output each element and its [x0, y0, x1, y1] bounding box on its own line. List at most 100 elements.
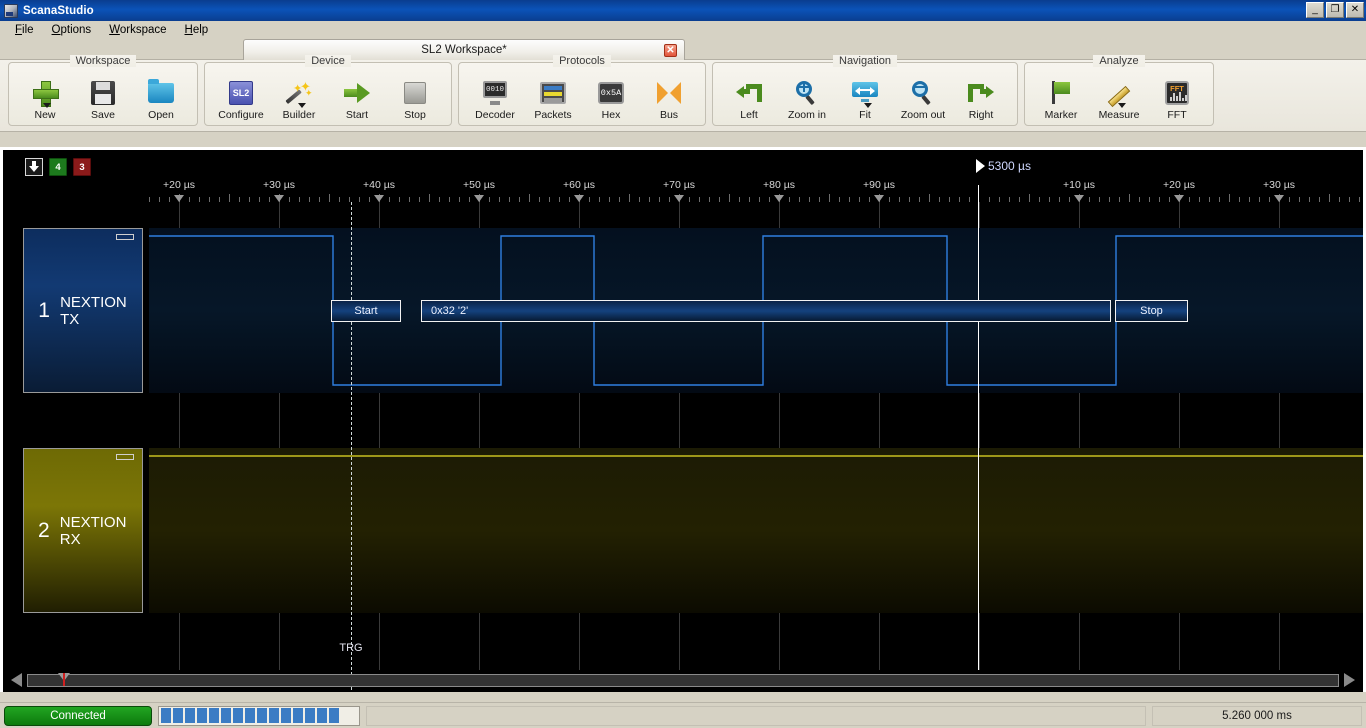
marker-button[interactable]: Marker: [1033, 77, 1089, 121]
decoder-button[interactable]: 0010 Decoder: [467, 77, 523, 121]
open-button[interactable]: Open: [133, 77, 189, 121]
ruler-tick: [1219, 197, 1220, 202]
ruler-label: +30 µs: [263, 179, 295, 191]
hex-button[interactable]: 0x5A Hex: [583, 77, 639, 121]
ruler-tick: [689, 197, 690, 202]
ruler-tick: [149, 197, 150, 202]
ruler-major-marker: [274, 195, 284, 202]
ruler-tick: [1049, 197, 1050, 202]
builder-button[interactable]: ✦ ✦ ✦ Builder: [271, 77, 327, 121]
channel-label-2[interactable]: 2NEXTION RX: [23, 448, 143, 613]
ruler-tick: [469, 197, 470, 202]
green-arrow-right-icon: [344, 78, 370, 108]
ruler-tick: [289, 197, 290, 202]
ruler-tick: [829, 194, 830, 202]
progress-segment: [209, 708, 219, 723]
ruler-major-marker: [774, 195, 784, 202]
cursor-marker[interactable]: 5300 µs: [976, 159, 1031, 173]
progress-segment: [257, 708, 267, 723]
menu-help[interactable]: Help: [176, 23, 218, 37]
new-button[interactable]: New: [17, 77, 73, 121]
close-button[interactable]: ✕: [1346, 2, 1364, 18]
cursor-line[interactable]: [978, 185, 979, 670]
channel-grip-icon[interactable]: [116, 454, 134, 460]
red-count-badge[interactable]: 3: [73, 158, 91, 176]
ruler-tick: [349, 197, 350, 202]
scroll-left-icon[interactable]: [11, 673, 22, 687]
fft-button[interactable]: FFT FFT: [1149, 77, 1205, 121]
stop-button[interactable]: Stop: [387, 77, 443, 121]
ribbon-group-title: Navigation: [713, 55, 1017, 67]
ruler-tick: [1029, 194, 1030, 202]
decoder-annotation[interactable]: Start: [331, 300, 401, 322]
bus-button[interactable]: Bus: [641, 77, 697, 121]
button-label: New: [34, 109, 55, 121]
folder-icon: [148, 78, 174, 108]
zoom-out-button[interactable]: Zoom out: [895, 77, 951, 121]
green-count-badge[interactable]: 4: [49, 158, 67, 176]
channel-row-2[interactable]: 2NEXTION RX: [3, 448, 1363, 613]
flag-icon: [1048, 78, 1074, 108]
ruler-tick: [739, 197, 740, 202]
ruler-tick: [929, 194, 930, 202]
packets-button[interactable]: Packets: [525, 77, 581, 121]
ruler-tick: [499, 197, 500, 202]
ruler-major-marker: [1274, 195, 1284, 202]
chevron-down-icon[interactable]: [298, 103, 306, 108]
progress-segment: [185, 708, 195, 723]
scroll-thumb[interactable]: [58, 673, 70, 681]
packets-icon: [540, 78, 566, 108]
fit-button[interactable]: Fit: [837, 77, 893, 121]
decoder-annotation[interactable]: Stop: [1115, 300, 1188, 322]
menu-workspace[interactable]: Workspace: [100, 23, 175, 37]
button-label: Marker: [1045, 109, 1078, 121]
ruler-tick: [1199, 197, 1200, 202]
save-button[interactable]: Save: [75, 77, 131, 121]
minimize-button[interactable]: _: [1306, 2, 1324, 18]
chevron-down-icon[interactable]: [43, 103, 51, 108]
ruler-tick: [1069, 197, 1070, 202]
chevron-down-icon[interactable]: [1118, 103, 1126, 108]
start-button[interactable]: Start: [329, 77, 385, 121]
ruler-tick: [439, 197, 440, 202]
ruler-tick: [449, 197, 450, 202]
configure-button[interactable]: SL2 Configure: [213, 77, 269, 121]
horizontal-scrollbar[interactable]: [11, 672, 1355, 688]
ribbon-group-device: Device SL2 Configure ✦ ✦ ✦ Builder Start: [204, 62, 452, 126]
zoom-in-button[interactable]: Zoom in: [779, 77, 835, 121]
restore-button[interactable]: ❐: [1326, 2, 1344, 18]
button-label: Zoom out: [901, 109, 945, 121]
scroll-right-icon[interactable]: [1344, 673, 1355, 687]
trigger-line: [351, 202, 352, 692]
waveform-canvas[interactable]: 4 3 +20 µs+30 µs+40 µs+50 µs+60 µs+70 µs…: [3, 150, 1363, 692]
progress-segment: [329, 708, 339, 723]
menu-file[interactable]: File: [6, 23, 43, 37]
measure-button[interactable]: Measure: [1091, 77, 1147, 121]
progress-segment: [269, 708, 279, 723]
channel-row-1[interactable]: Start 0x32 '2'Stop 1NEXTION TX: [3, 228, 1363, 393]
hex-icon: 0x5A: [598, 78, 624, 108]
decoder-annotation[interactable]: 0x32 '2': [421, 300, 1111, 322]
channel-label-1[interactable]: 1NEXTION TX: [23, 228, 143, 393]
ruler-tick: [549, 197, 550, 202]
scroll-track[interactable]: [27, 674, 1339, 687]
ruler-tick: [1309, 197, 1310, 202]
ruler-tick: [369, 197, 370, 202]
ruler-major-marker: [574, 195, 584, 202]
ruler-tick: [1299, 197, 1300, 202]
ruler-tick: [869, 197, 870, 202]
button-label: Right: [969, 109, 994, 121]
nav-right-button[interactable]: Right: [953, 77, 1009, 121]
ribbon-group-title: Analyze: [1025, 55, 1213, 67]
time-ruler[interactable]: +20 µs+30 µs+40 µs+50 µs+60 µs+70 µs+80 …: [3, 174, 1363, 202]
download-arrow-icon[interactable]: [25, 158, 43, 176]
menu-options[interactable]: Options: [43, 23, 101, 37]
chevron-down-icon[interactable]: [864, 103, 872, 108]
nav-left-button[interactable]: Left: [721, 77, 777, 121]
fft-icon: FFT: [1165, 78, 1189, 108]
ruler-tick: [719, 197, 720, 202]
ruler-tick: [749, 197, 750, 202]
ruler-tick: [329, 194, 330, 202]
ruler-major-marker: [1174, 195, 1184, 202]
channel-grip-icon[interactable]: [116, 234, 134, 240]
